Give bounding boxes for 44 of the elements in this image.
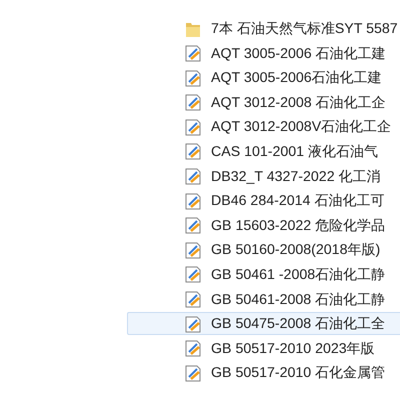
- file-row[interactable]: DB32_T 4327-2022 化工消: [127, 164, 400, 188]
- file-row[interactable]: GB 50160-2008(2018年版): [127, 238, 400, 262]
- file-row[interactable]: GB 50517-2010 石化金属管: [127, 361, 400, 384]
- document-icon: [185, 142, 201, 160]
- file-row[interactable]: AQT 3012-2008 石油化工企: [127, 90, 400, 114]
- file-row[interactable]: GB 50517-2010 2023年版: [127, 336, 400, 360]
- document-icon: [185, 216, 201, 234]
- file-row[interactable]: GB 50475-2008 石油化工全: [127, 312, 400, 336]
- file-name: GB 15603-2022 危险化学品: [211, 216, 386, 235]
- file-row[interactable]: AQT 3005-2006 石油化工建: [127, 42, 400, 65]
- file-row[interactable]: 7本 石油天然气标准SYT 5587: [127, 17, 400, 40]
- document-icon: [185, 192, 201, 210]
- file-name: DB32_T 4327-2022 化工消: [211, 168, 381, 186]
- file-name: AQT 3005-2006 石油化工建: [211, 44, 386, 63]
- file-row[interactable]: CAS 101-2001 液化石油气: [127, 140, 400, 163]
- document-icon: [185, 364, 201, 382]
- document-icon: [185, 93, 201, 112]
- file-row[interactable]: GB 15603-2022 危险化学品: [127, 214, 400, 237]
- file-name: AQT 3012-2008 石油化工企: [211, 94, 386, 112]
- document-icon: [185, 118, 201, 136]
- file-name: 7本 石油天然气标准SYT 5587: [211, 20, 398, 38]
- file-name: GB 50461-2008 石油化工静: [211, 290, 386, 309]
- document-icon: [185, 314, 201, 333]
- file-name: AQT 3005-2006石油化工建: [211, 69, 382, 88]
- file-row[interactable]: GB 50461-2008 石油化工静: [127, 288, 400, 311]
- file-name: DB46 284-2014 石油化工可: [211, 192, 384, 210]
- document-icon: [185, 68, 201, 87]
- file-row[interactable]: AQT 3012-2008V石油化工企: [127, 115, 400, 138]
- document-icon: [185, 265, 201, 284]
- file-name: GB 50517-2010 石化金属管: [211, 364, 386, 382]
- file-name: CAS 101-2001 液化石油气: [211, 142, 378, 161]
- document-icon: [185, 167, 201, 186]
- file-name: GB 50160-2008(2018年版): [211, 241, 380, 260]
- file-name: AQT 3012-2008V石油化工企: [211, 118, 392, 136]
- document-icon: [185, 240, 201, 259]
- file-name: GB 50475-2008 石油化工全: [211, 315, 386, 334]
- file-name: GB 50517-2010 2023年版: [211, 340, 375, 358]
- file-row[interactable]: GB 50461 -2008石油化工静: [127, 262, 400, 286]
- file-name: GB 50461 -2008石油化工静: [211, 266, 386, 284]
- document-icon: [185, 339, 201, 358]
- file-row[interactable]: DB46 284-2014 石油化工可: [127, 189, 400, 212]
- file-row[interactable]: AQT 3005-2006石油化工建: [127, 66, 400, 90]
- document-icon: [185, 44, 201, 62]
- document-icon: [185, 290, 201, 308]
